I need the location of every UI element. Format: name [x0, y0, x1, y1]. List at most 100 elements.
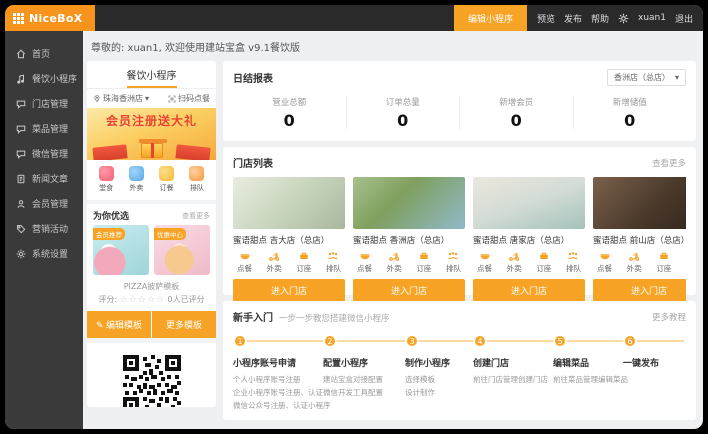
guide-link[interactable]: 微信公众号注册、认证小程序 [233, 400, 323, 413]
store-action-order[interactable]: 点餐 [237, 250, 252, 274]
edit-mini-program-button[interactable]: 编辑小程序 [454, 5, 527, 31]
store-action-reserve[interactable]: 订座 [536, 250, 551, 274]
store-action-order[interactable]: 点餐 [477, 250, 492, 274]
sidebar-item-dish-management[interactable]: 菜品管理 [5, 116, 83, 141]
qr-section: 扫描二维码同步手机模板 [87, 338, 216, 407]
store-filter-select[interactable]: 香洲店（总店） ▾ [607, 69, 686, 86]
chevron-down-icon: ▾ [145, 94, 149, 103]
store-name: 蜜语甜点 前山店（总店） [593, 234, 686, 246]
store-action-reserve[interactable]: 订座 [416, 250, 431, 274]
sidebar-item-home[interactable]: 首页 [5, 41, 83, 66]
guide-link[interactable]: 设计制作 [405, 387, 473, 400]
store-action-order[interactable]: 点餐 [357, 250, 372, 274]
enter-store-button[interactable]: 进入门店 [593, 279, 686, 302]
more-templates-button[interactable]: 更多模板 [152, 311, 216, 338]
help-link[interactable]: 帮助 [591, 12, 609, 25]
report-title: 日结报表 [233, 70, 273, 85]
food-tag: 优惠中心 [154, 228, 186, 240]
preview-location-label: 珠海香洲店 [103, 93, 143, 104]
scooter-icon [268, 250, 280, 262]
chat-bubble-icon [16, 124, 26, 134]
bowl-icon [239, 250, 251, 262]
store-action-delivery[interactable]: 外卖 [627, 250, 642, 274]
sidebar-item-store-management[interactable]: 门店管理 [5, 91, 83, 116]
chevron-down-icon: ▾ [675, 73, 679, 82]
guide-more-link[interactable]: 更多教程 [652, 311, 686, 323]
enter-store-button[interactable]: 进入门店 [473, 279, 585, 302]
sidebar-item-label: 新闻文章 [32, 172, 68, 185]
step-number-badge: 2 [323, 334, 337, 348]
document-icon [16, 174, 26, 184]
getting-started-card: 新手入门一步一步教您搭建微信小程序 更多教程 1 小程序账号申请 个人小程序账号… [223, 301, 696, 420]
featured-title: 为你优选 [93, 209, 129, 222]
logo-block[interactable]: NiceBoX [5, 5, 95, 31]
sidebar-item-system-settings[interactable]: 系统设置 [5, 241, 83, 266]
step-title: 制作小程序 [405, 356, 473, 369]
sidebar-item-label: 会员管理 [32, 197, 68, 210]
store-action-delivery[interactable]: 外卖 [387, 250, 402, 274]
guide-link[interactable]: 前往门店管理创建门店 [473, 374, 553, 387]
store-action-delivery[interactable]: 外卖 [267, 250, 282, 274]
store-card: 蜜语甜点 前山店（总店） 点餐 外卖 订座 排队 进入门店 [593, 177, 686, 302]
seat-icon [538, 250, 550, 262]
logo-text: NiceBoX [29, 12, 82, 25]
store-action-queue[interactable]: 排队 [326, 250, 341, 274]
preview-location: 珠海香洲店 ▾ [93, 93, 149, 104]
guide-link[interactable]: 前往菜品管理编辑菜品 [553, 374, 623, 387]
store-action-queue[interactable]: 排队 [566, 250, 581, 274]
template-rating: 评分: ☆☆☆☆☆ 0人已评分 [87, 292, 216, 311]
sidebar-item-member-management[interactable]: 会员管理 [5, 191, 83, 216]
step-number-badge: 4 [473, 334, 487, 348]
publish-link[interactable]: 发布 [564, 12, 582, 25]
store-list-card: 门店列表 查看更多 蜜语甜点 吉大店（总店） 点餐 外卖 订座 [223, 147, 696, 295]
edit-template-button[interactable]: ✎ 编辑模板 [87, 311, 151, 338]
step-title: 小程序账号申请 [233, 356, 323, 369]
guide-link[interactable]: 微信开发工具配置 [323, 387, 405, 400]
rating-count: 0人已评分 [168, 295, 205, 304]
store-action-delivery[interactable]: 外卖 [507, 250, 522, 274]
chat-bubble-icon [16, 149, 26, 159]
enter-store-button[interactable]: 进入门店 [233, 279, 345, 302]
guide-link[interactable]: 建站宝盒对接配置 [323, 374, 405, 387]
store-photo [233, 177, 345, 229]
promo-banner-title: 会员注册送大礼 [87, 108, 216, 129]
guide-link[interactable]: 个人小程序账号注册 [233, 374, 323, 387]
store-card: 蜜语甜点 唐家店（总店） 点餐 外卖 订座 排队 进入门店 [473, 177, 585, 302]
store-card: 蜜语甜点 吉大店（总店） 点餐 外卖 订座 排队 进入门店 [233, 177, 345, 302]
sidebar-item-news-articles[interactable]: 新闻文章 [5, 166, 83, 191]
edit-pencil-icon: ✎ [96, 320, 106, 330]
scooter-icon [388, 250, 400, 262]
metric-new-deposits: 新增储值0 [574, 96, 687, 130]
username-menu[interactable]: xuan1 [638, 13, 666, 23]
logout-link[interactable]: 退出 [675, 12, 693, 25]
people-icon [447, 250, 459, 262]
scooter-icon [628, 250, 640, 262]
seat-icon [298, 250, 310, 262]
store-action-reserve[interactable]: 订座 [296, 250, 311, 274]
guide-link[interactable]: 选择模板 [405, 374, 473, 387]
sidebar-item-marketing-activities[interactable]: 营销活动 [5, 216, 83, 241]
store-action-queue[interactable]: 排队 [446, 250, 461, 274]
red-envelope-graphic [175, 144, 210, 160]
timeline-line [235, 340, 684, 342]
gear-icon[interactable] [618, 13, 629, 24]
sidebar-item-restaurant-miniprogram[interactable]: 餐饮小程序 [5, 66, 83, 91]
food-image: 会员推荐 [93, 225, 149, 275]
guide-link[interactable]: 企业小程序账号注册、认证 [233, 387, 323, 400]
sidebar-item-wechat-management[interactable]: 微信管理 [5, 141, 83, 166]
step-number-badge: 1 [233, 334, 247, 348]
preview-link[interactable]: 预览 [537, 12, 555, 25]
welcome-text: 尊敬的: xuan1, 欢迎使用建站宝盒 v9.1餐饮版 [87, 37, 696, 61]
store-action-reserve[interactable]: 订座 [656, 250, 671, 274]
topbar: NiceBoX 编辑小程序 预览 发布 帮助 xuan1 退出 [5, 5, 703, 31]
store-photo [593, 177, 686, 229]
queue-icon [189, 166, 204, 181]
store-list-more-link[interactable]: 查看更多 [652, 157, 686, 169]
store-name: 蜜语甜点 香洲店（总店） [353, 234, 465, 246]
qr-scan-icon [168, 95, 176, 103]
store-action-order[interactable]: 点餐 [597, 250, 612, 274]
guide-step-4: 4 创建门店 前往门店管理创建门店 [473, 334, 553, 412]
enter-store-button[interactable]: 进入门店 [353, 279, 465, 302]
quick-action-label: 堂食 [99, 183, 113, 193]
metric-revenue: 营业总额0 [233, 96, 347, 130]
